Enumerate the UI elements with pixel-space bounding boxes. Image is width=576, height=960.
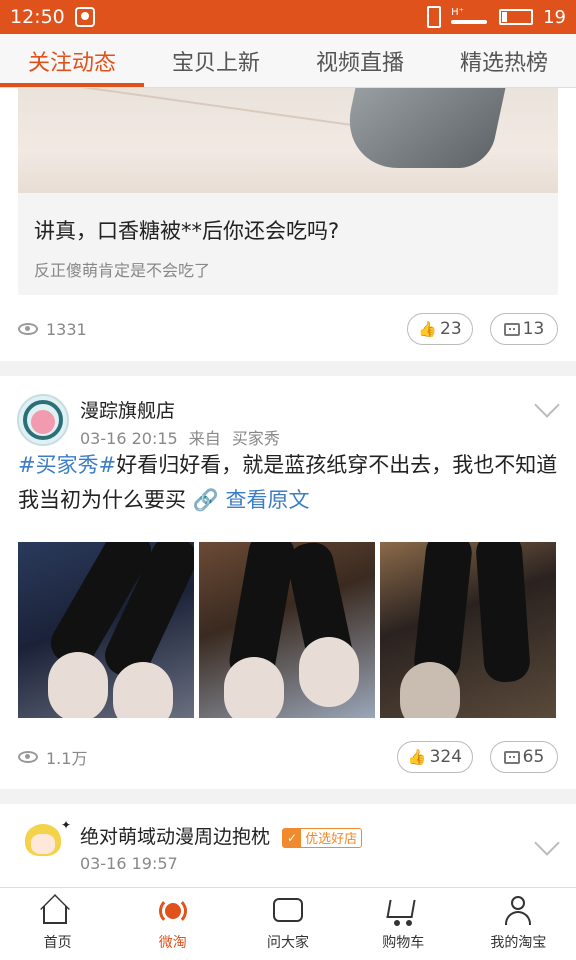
signal-icon: H⁺ <box>451 7 489 27</box>
article-title: 讲真，口香糖被**后你还会吃吗? <box>34 219 340 243</box>
feed-card: 讲真，口香糖被**后你还会吃吗? 反正傻萌肯定是不会吃了 1331 👍 23 1… <box>0 88 576 361</box>
tab-hot-list[interactable]: 精选热榜 <box>432 34 576 87</box>
nav-weitao[interactable]: 微淘 <box>115 888 230 960</box>
post-time: 03-16 19:57 <box>80 854 178 873</box>
article-subtitle: 反正傻萌肯定是不会吃了 <box>34 261 211 280</box>
comment-icon <box>503 322 520 336</box>
view-original-link[interactable]: 🔗 查看原文 <box>193 488 310 512</box>
article-image <box>18 88 558 193</box>
post-meta: 03-16 20:15 来自 买家秀 <box>80 425 280 449</box>
bottom-nav: 首页 微淘 问大家 购物车 我的淘宝 <box>0 887 576 960</box>
comment-button[interactable]: 65 <box>490 741 558 773</box>
nav-home[interactable]: 首页 <box>0 888 115 960</box>
premium-shop-badge: ✓ 优选好店 <box>282 827 363 848</box>
comment-icon <box>503 750 520 764</box>
notification-icon <box>74 7 95 27</box>
post-stats: 1331 👍 23 13 <box>18 312 558 346</box>
weitao-icon <box>158 896 188 926</box>
view-count: 1331 <box>18 320 87 339</box>
from-label: 来自 <box>188 429 221 448</box>
feed-card: ✦ 绝对萌域动漫周边抱枕 ✓ 优选好店 03-16 19:57 <box>0 804 576 887</box>
photo-2[interactable] <box>199 542 375 718</box>
thumbs-up-icon: 👍 <box>418 320 438 338</box>
vibrate-icon <box>427 6 442 28</box>
shop-name[interactable]: 绝对萌域动漫周边抱枕 ✓ 优选好店 <box>80 822 363 849</box>
tab-following[interactable]: 关注动态 <box>0 34 144 87</box>
photo-1[interactable] <box>18 542 194 718</box>
post-time: 03-16 20:15 <box>80 429 178 448</box>
eye-icon <box>18 323 38 335</box>
status-bar: 12:50 H⁺ 19 <box>0 0 576 34</box>
post-source: 买家秀 <box>231 429 280 448</box>
view-count: 1.1万 <box>18 745 87 769</box>
topic-tag[interactable]: #买家秀# <box>18 453 116 477</box>
chevron-down-icon[interactable] <box>534 830 560 856</box>
photo-grid <box>18 542 558 718</box>
profile-icon <box>503 896 533 926</box>
thumbs-up-icon: 👍 <box>407 748 427 766</box>
shop-avatar[interactable] <box>17 394 69 446</box>
nav-cart[interactable]: 购物车 <box>346 888 461 960</box>
ask-icon <box>273 898 303 922</box>
post-text: #买家秀#好看归好看，就是蓝孩纸穿不出去，我也不知道我当初为什么要买 🔗 查看原… <box>18 453 558 512</box>
comment-button[interactable]: 13 <box>490 313 558 345</box>
shop-name[interactable]: 漫踪旗舰店 <box>80 396 175 423</box>
battery-icon <box>499 9 534 25</box>
top-tabs: 关注动态 宝贝上新 视频直播 精选热榜 <box>0 34 576 88</box>
nav-profile[interactable]: 我的淘宝 <box>461 888 576 960</box>
home-icon <box>42 906 67 924</box>
like-button[interactable]: 👍 324 <box>397 741 473 773</box>
tab-new-items[interactable]: 宝贝上新 <box>144 34 288 87</box>
shop-avatar[interactable]: ✦ <box>17 818 71 870</box>
eye-icon <box>18 751 38 763</box>
post-stats: 1.1万 👍 324 65 <box>18 740 558 774</box>
feed-card: 漫踪旗舰店 03-16 20:15 来自 买家秀 #买家秀#好看归好看，就是蓝孩… <box>0 376 576 789</box>
nav-ask[interactable]: 问大家 <box>230 888 345 960</box>
photo-3[interactable] <box>380 542 556 718</box>
battery-level: 19 <box>543 6 566 28</box>
status-time: 12:50 <box>10 6 65 28</box>
chevron-down-icon[interactable] <box>534 392 560 418</box>
like-button[interactable]: 👍 23 <box>407 313 473 345</box>
tab-video-live[interactable]: 视频直播 <box>288 34 432 87</box>
quoted-article[interactable]: 讲真，口香糖被**后你还会吃吗? 反正傻萌肯定是不会吃了 <box>18 88 558 295</box>
cart-icon <box>386 896 418 926</box>
feed[interactable]: 讲真，口香糖被**后你还会吃吗? 反正傻萌肯定是不会吃了 1331 👍 23 1… <box>0 88 576 887</box>
